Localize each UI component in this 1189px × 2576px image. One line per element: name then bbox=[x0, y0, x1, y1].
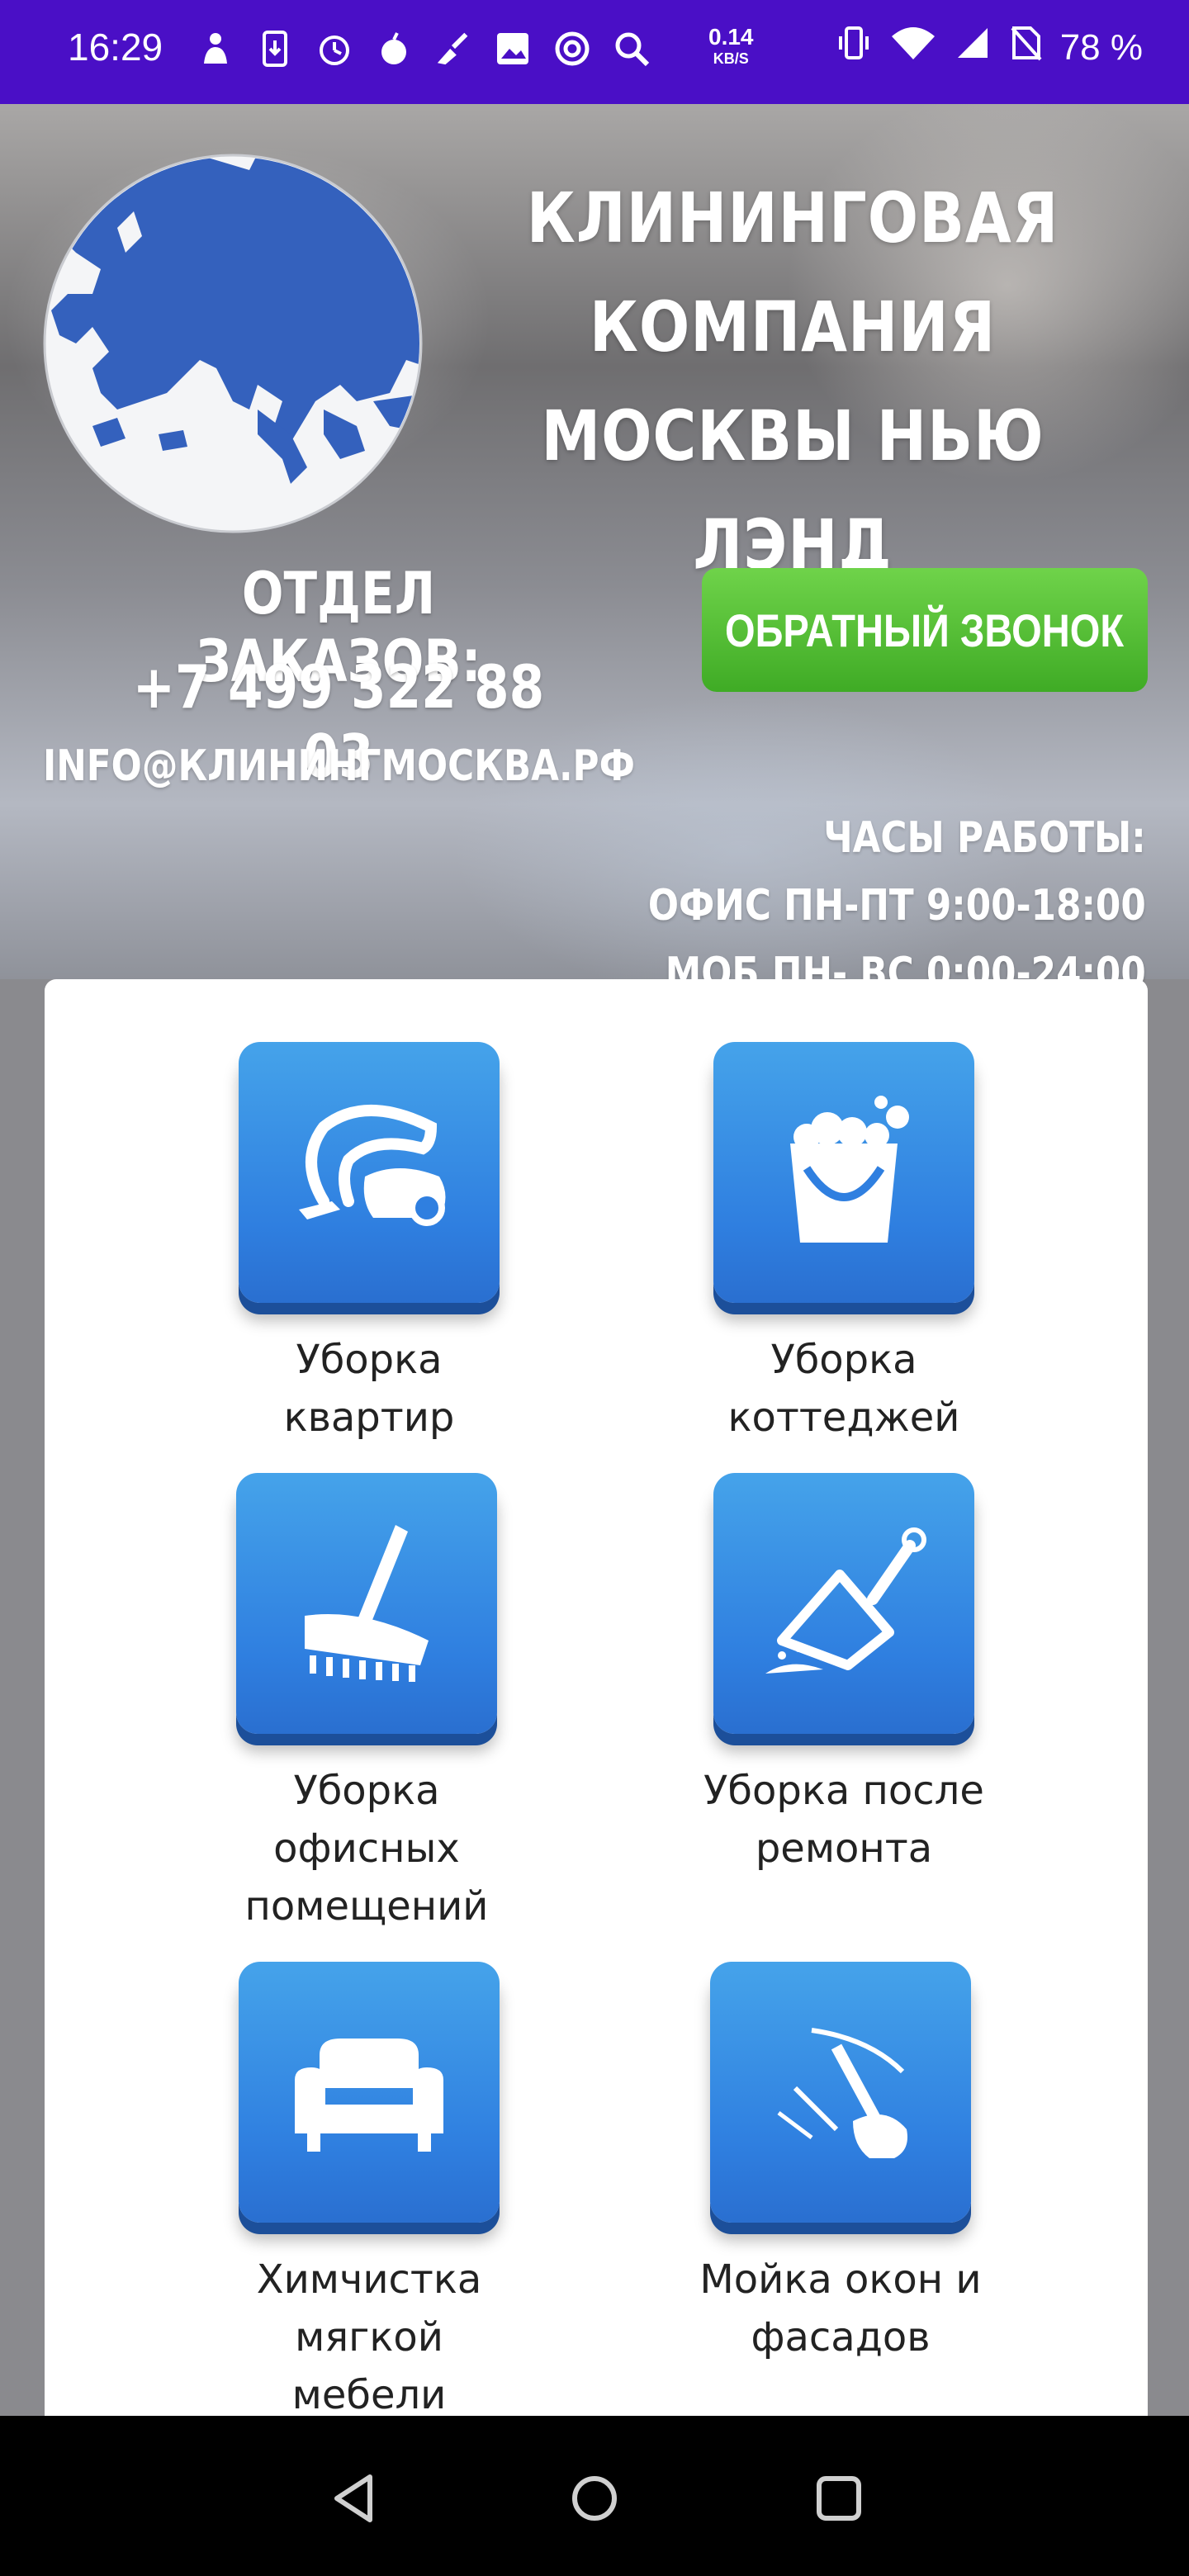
service-tile[interactable] bbox=[713, 1042, 974, 1303]
status-bar: 16:29 0.14 KB/S 78 % bbox=[0, 0, 1189, 104]
header-banner: КЛИНИНГОВАЯ КОМПАНИЯ МОСКВЫ НЬЮ ЛЭНД ОТД… bbox=[0, 104, 1189, 998]
label-line: мягкой bbox=[295, 2314, 443, 2361]
timer-app-icon bbox=[315, 28, 353, 69]
broom-icon bbox=[305, 1525, 429, 1682]
signal-icon bbox=[955, 25, 991, 70]
service-tile[interactable] bbox=[713, 1473, 974, 1734]
search-icon bbox=[613, 28, 651, 69]
back-icon[interactable] bbox=[322, 2465, 388, 2531]
recent-apps-icon[interactable] bbox=[806, 2465, 872, 2531]
label-line: офисных bbox=[273, 1825, 460, 1872]
service-upholstery-cleaning[interactable]: Химчистка мягкой мебели bbox=[179, 1962, 559, 2424]
label-line: фасадов bbox=[751, 2314, 931, 2361]
label-line: Уборка после bbox=[703, 1768, 984, 1814]
service-label: Уборка офисных помещений bbox=[177, 1762, 557, 1935]
vacuum-cleaner-icon bbox=[299, 1105, 446, 1226]
service-tile[interactable] bbox=[239, 1042, 500, 1303]
wifi-icon bbox=[890, 25, 936, 70]
label-line: Мойка окон и bbox=[699, 2256, 982, 2303]
image-icon bbox=[494, 28, 532, 69]
title-line-2: КОМПАНИЯ bbox=[589, 286, 997, 367]
status-time: 16:29 bbox=[68, 26, 163, 69]
service-cottage-cleaning[interactable]: Уборка коттеджей bbox=[654, 1042, 1034, 1447]
vpn-icon bbox=[553, 28, 591, 69]
label-line: Уборка bbox=[293, 1768, 440, 1814]
squeegee-icon bbox=[777, 2028, 907, 2158]
service-tile[interactable] bbox=[239, 1962, 500, 2223]
service-label: Уборка коттеджей bbox=[654, 1331, 1034, 1447]
service-label: Уборка квартир bbox=[179, 1331, 559, 1447]
label-line: Уборка bbox=[770, 1337, 917, 1383]
label-line: помещений bbox=[244, 1883, 489, 1930]
battery-level: 78 % bbox=[1059, 26, 1143, 68]
network-speed: 0.14 KB/S bbox=[708, 26, 754, 69]
callback-button-label: ОБРАТНЫЙ ЗВОНОК bbox=[725, 604, 1125, 656]
service-window-facade-cleaning[interactable]: Мойка окон и фасадов bbox=[651, 1962, 1030, 2366]
bucket-icon bbox=[790, 1096, 909, 1243]
label-line: квартир bbox=[283, 1395, 455, 1441]
system-navigation-bar bbox=[0, 2416, 1189, 2576]
working-hours: ЧАСЫ РАБОТЫ: ОФИС ПН-ПТ 9:00-18:00 МОБ П… bbox=[553, 804, 1146, 1007]
title-line-1: КЛИНИНГОВАЯ bbox=[526, 178, 1059, 258]
service-label: Мойка окон и фасадов bbox=[651, 2251, 1030, 2366]
dustpan-icon bbox=[765, 1527, 926, 1674]
company-title: КЛИНИНГОВАЯ КОМПАНИЯ МОСКВЫ НЬЮ ЛЭНД bbox=[481, 163, 1106, 599]
europe-globe-logo bbox=[43, 154, 423, 533]
fruit-app-icon bbox=[375, 28, 413, 69]
cleaning-app-icon bbox=[434, 28, 472, 69]
service-post-renovation-cleaning[interactable]: Уборка после ремонта bbox=[654, 1473, 1034, 1878]
label-line: ремонта bbox=[755, 1825, 933, 1872]
callback-button[interactable]: ОБРАТНЫЙ ЗВОНОК bbox=[702, 568, 1148, 692]
service-tile[interactable] bbox=[236, 1473, 497, 1734]
vibrate-icon bbox=[836, 25, 872, 70]
sofa-icon bbox=[295, 2039, 443, 2152]
service-office-cleaning[interactable]: Уборка офисных помещений bbox=[177, 1473, 557, 1935]
system-icons: 78 % bbox=[836, 25, 1143, 70]
label-line: Уборка bbox=[296, 1337, 443, 1383]
person-notification-icon bbox=[197, 28, 234, 69]
email-link[interactable]: INFO@КЛИНИНГМОСКВА.РФ bbox=[43, 741, 635, 791]
label-line: коттеджей bbox=[727, 1395, 960, 1441]
service-label: Химчистка мягкой мебели bbox=[179, 2251, 559, 2424]
home-icon[interactable] bbox=[561, 2465, 628, 2531]
no-sim-icon bbox=[1009, 25, 1042, 70]
label-line: Химчистка bbox=[256, 2256, 482, 2303]
phone-download-icon bbox=[256, 28, 294, 69]
speed-value: 0.14 bbox=[708, 24, 754, 50]
service-tile[interactable] bbox=[710, 1962, 971, 2223]
notification-icons bbox=[197, 28, 651, 69]
service-apartment-cleaning[interactable]: Уборка квартир bbox=[179, 1042, 559, 1447]
hours-title: ЧАСЫ РАБОТЫ: bbox=[823, 813, 1146, 863]
service-label: Уборка после ремонта bbox=[654, 1762, 1034, 1878]
speed-unit: KB/S bbox=[713, 50, 749, 67]
services-card: Уборка квартир Уборка коттеджей Уборка о… bbox=[45, 979, 1148, 2418]
hours-office: ОФИС ПН-ПТ 9:00-18:00 bbox=[648, 881, 1146, 930]
